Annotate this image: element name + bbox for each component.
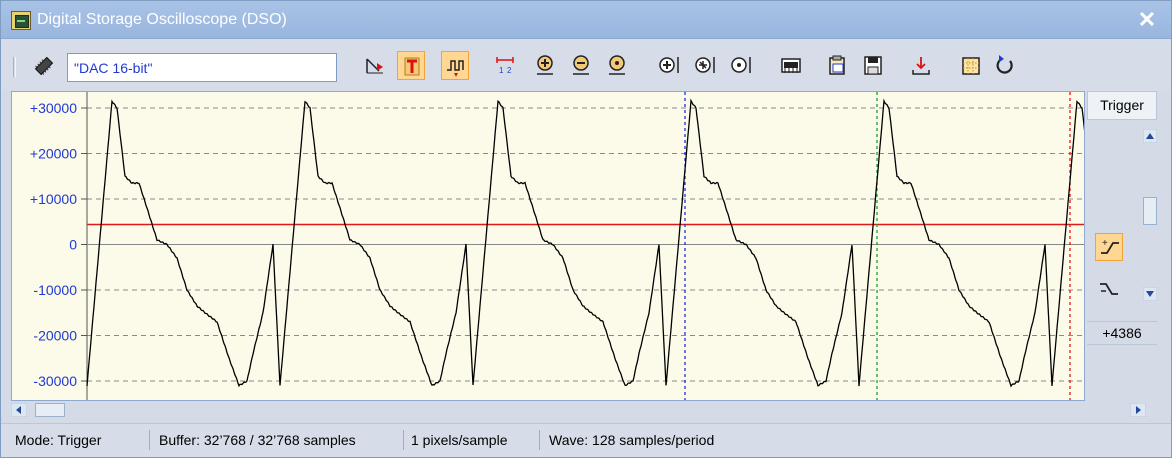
trigger-mode-icon bbox=[404, 57, 420, 76]
status-pixels: 1 pixels/sample bbox=[411, 432, 508, 448]
trigger-level-down-arrow[interactable] bbox=[1142, 286, 1158, 302]
status-separator bbox=[539, 430, 540, 450]
status-separator bbox=[403, 430, 404, 450]
save-button[interactable] bbox=[859, 51, 887, 80]
trigger-level-slider-thumb[interactable] bbox=[1143, 197, 1157, 225]
single-shot-icon bbox=[447, 60, 464, 77]
zoom-reset-button[interactable] bbox=[603, 51, 631, 80]
trigger-level-up-arrow[interactable] bbox=[1142, 128, 1158, 144]
y-tick-label: +10000 bbox=[30, 191, 77, 207]
zoom-reset-y-button[interactable] bbox=[727, 51, 755, 80]
trigger-mode-button[interactable] bbox=[397, 51, 425, 80]
status-separator bbox=[149, 430, 150, 450]
y-tick-label: 0 bbox=[69, 237, 77, 253]
zoom-reset-y-icon bbox=[731, 57, 751, 73]
y-tick-label: -10000 bbox=[33, 282, 77, 298]
chip-icon bbox=[33, 55, 55, 77]
zoom-fit-y-button[interactable] bbox=[691, 51, 719, 80]
save-icon bbox=[864, 56, 882, 75]
svg-text:2: 2 bbox=[507, 66, 512, 75]
status-bar: Mode: Trigger Buffer: 32’768 / 32’768 sa… bbox=[1, 423, 1171, 457]
arrow-left-icon bbox=[10, 402, 28, 418]
status-buffer: Buffer: 32’768 / 32’768 samples bbox=[159, 432, 356, 448]
close-button[interactable]: ✕ bbox=[1135, 8, 1159, 32]
trigger-marker-icon bbox=[366, 58, 383, 74]
y-tick-label: -20000 bbox=[33, 328, 77, 344]
zoom-reset-icon bbox=[609, 55, 625, 75]
memory-button[interactable] bbox=[777, 51, 805, 80]
arrow-right-icon bbox=[1129, 402, 1147, 418]
y-tick-label: -30000 bbox=[33, 373, 77, 389]
arrow-down-icon bbox=[1142, 286, 1158, 302]
export-button[interactable] bbox=[907, 51, 935, 80]
zoom-in-y-icon bbox=[659, 57, 679, 73]
refresh-icon bbox=[996, 55, 1013, 74]
falling-edge-icon bbox=[1100, 283, 1118, 295]
zoom-in-button[interactable] bbox=[531, 51, 559, 80]
zoom-in-icon bbox=[537, 55, 553, 75]
zoom-fit-y-icon bbox=[695, 57, 715, 73]
y-tick-label: +30000 bbox=[30, 100, 77, 116]
rising-edge-icon: + bbox=[1101, 238, 1119, 254]
scroll-left-arrow[interactable] bbox=[10, 402, 28, 418]
export-icon bbox=[912, 57, 930, 75]
copy-icon bbox=[829, 55, 845, 75]
refresh-button[interactable] bbox=[991, 51, 1019, 80]
toolbar: 1 2 bbox=[1, 39, 1171, 91]
falling-edge-button[interactable] bbox=[1095, 275, 1123, 303]
single-shot-button[interactable] bbox=[441, 51, 469, 80]
horizontal-scrollbar[interactable] bbox=[10, 401, 1157, 419]
horizontal-scroll-thumb[interactable] bbox=[35, 403, 65, 417]
zoom-in-y-button[interactable] bbox=[655, 51, 683, 80]
window-title: Digital Storage Oscilloscope (DSO) bbox=[37, 11, 287, 28]
signal-source-field[interactable] bbox=[67, 53, 337, 82]
signal-trace bbox=[86, 98, 1084, 388]
scale-button[interactable]: 1 2 bbox=[491, 51, 519, 80]
rising-edge-button[interactable]: + bbox=[1095, 233, 1123, 261]
zoom-out-icon bbox=[573, 55, 589, 75]
grid-icon bbox=[962, 57, 980, 75]
dso-window: Digital Storage Oscilloscope (DSO) ✕ "DA… bbox=[0, 0, 1172, 458]
svg-text:+: + bbox=[1102, 238, 1108, 249]
waveform-canvas: +30000 +20000 +10000 0 -10000 -20000 -30000 bbox=[30, 92, 1084, 400]
arrow-up-icon bbox=[1142, 128, 1158, 144]
title-bar: Digital Storage Oscilloscope (DSO) ✕ bbox=[1, 1, 1171, 39]
copy-button[interactable] bbox=[823, 51, 851, 80]
scroll-right-arrow[interactable] bbox=[1129, 402, 1147, 418]
waveform-plot[interactable]: +30000 +20000 +10000 0 -10000 -20000 -30000 bbox=[11, 91, 1085, 401]
oscilloscope-app-icon bbox=[11, 11, 31, 30]
status-mode: Mode: Trigger bbox=[15, 432, 102, 448]
trigger-marker-button[interactable] bbox=[361, 51, 389, 80]
trigger-button[interactable]: Trigger bbox=[1087, 91, 1157, 120]
grid-button[interactable] bbox=[957, 51, 985, 80]
memory-icon bbox=[781, 58, 801, 73]
status-wave: Wave: 128 samples/period bbox=[549, 432, 715, 448]
svg-text:1: 1 bbox=[499, 66, 504, 75]
scale-icon: 1 2 bbox=[496, 57, 514, 75]
toolbar-grip[interactable] bbox=[13, 57, 16, 77]
trigger-level-readout: +4386 bbox=[1087, 321, 1157, 345]
y-tick-label: +20000 bbox=[30, 146, 77, 162]
zoom-out-button[interactable] bbox=[567, 51, 595, 80]
